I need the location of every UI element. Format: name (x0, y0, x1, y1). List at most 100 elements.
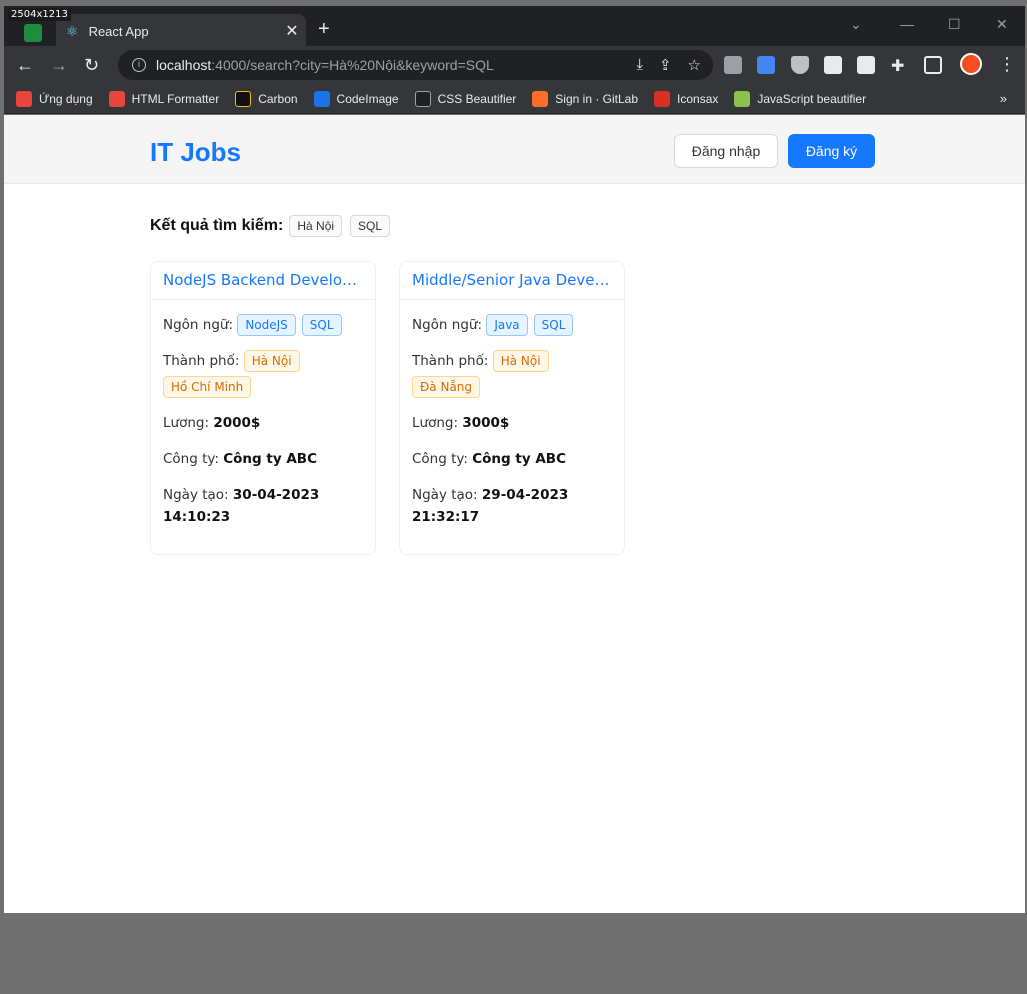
created-date-row: Ngày tạo: 30-04-2023 14:10:23 (163, 484, 363, 528)
bookmark-item[interactable]: Carbon (235, 90, 298, 107)
back-icon[interactable]: ← (16, 55, 34, 76)
job-card[interactable]: NodeJS Backend Developer ... Ngôn ngữ: N… (150, 261, 376, 555)
signup-button[interactable]: Đăng ký (788, 134, 875, 168)
pinned-tab-icon[interactable] (24, 24, 42, 42)
translate-extension-icon[interactable] (757, 56, 775, 74)
salary-row: Lương: 2000$ (163, 412, 363, 434)
company-label: Công ty: (163, 451, 219, 467)
city-tag: Hà Nội (492, 350, 549, 372)
bookmark-item[interactable]: CSS Beautifier (414, 90, 517, 107)
extensions-puzzle-icon[interactable]: ✚ (891, 56, 909, 75)
url-path: :4000/search?city=Hà%20Nội&keyword=SQL (211, 57, 494, 73)
shield-extension-icon[interactable] (791, 56, 809, 74)
search-tag-city: Hà Nội (289, 215, 343, 237)
page-content: IT Jobs Đăng nhập Đăng ký Kết quả tìm ki… (4, 115, 1025, 913)
search-results-heading: Kết quả tìm kiếm: Hà Nội SQL (150, 215, 398, 237)
camera-extension-icon[interactable] (724, 56, 742, 74)
site-info-icon[interactable]: i (132, 58, 146, 72)
close-tab-icon[interactable]: ✕ (278, 21, 306, 41)
company-label: Công ty: (412, 451, 468, 467)
language-tag: Java (486, 314, 528, 336)
city-row: Thành phố: Hà Nội Hồ Chí Minh (163, 350, 363, 398)
city-tag: Hà Nội (243, 350, 300, 372)
salary-value: 3000$ (462, 415, 510, 431)
tab-search-icon[interactable]: ⌄ (850, 16, 862, 33)
js-beautifier-icon (734, 90, 751, 107)
css-beautifier-icon (414, 90, 431, 107)
language-label: Ngôn ngữ: (412, 317, 483, 333)
browser-toolbar: ← → ↻ i localhost:4000/search?city=Hà%20… (4, 46, 1025, 84)
url-host: localhost (156, 57, 212, 73)
bookmark-star-icon[interactable]: ☆ (688, 56, 701, 74)
job-card[interactable]: Middle/Senior Java Developer Ngôn ngữ: J… (399, 261, 625, 555)
address-bar[interactable]: i localhost:4000/search?city=Hà%20Nội&ke… (118, 50, 713, 80)
gitlab-icon (532, 90, 549, 107)
title-bar: ⚛ React App ✕ + ⌄ — ☐ ✕ (4, 6, 1025, 48)
language-tag: SQL (301, 314, 342, 336)
job-title[interactable]: NodeJS Backend Developer ... (151, 262, 375, 300)
created-date-value: 30-04-2023 (232, 487, 320, 503)
created-time-value: 14:10:23 (163, 509, 231, 525)
site-logo[interactable]: IT Jobs (150, 137, 241, 168)
bookmark-label: CSS Beautifier (437, 91, 517, 106)
apps-grid-icon (16, 90, 32, 107)
city-tag: Hồ Chí Minh (163, 376, 252, 398)
browser-window: 2504x1213 ⚛ React App ✕ + ⌄ — ☐ ✕ ← → ↻ … (0, 0, 1027, 994)
company-row: Công ty: Công ty ABC (412, 448, 612, 470)
bookmark-item[interactable]: Sign in · GitLab (532, 90, 639, 107)
bookmark-label: HTML Formatter (131, 91, 220, 106)
minimize-icon[interactable]: — (900, 16, 914, 32)
close-window-icon[interactable]: ✕ (996, 16, 1008, 33)
screen-size-overlay: 2504x1213 (8, 8, 71, 21)
salary-value: 2000$ (213, 415, 261, 431)
job-title[interactable]: Middle/Senior Java Developer (400, 262, 624, 300)
city-row: Thành phố: Hà Nội Đà Nẵng (412, 350, 612, 398)
more-bookmarks-icon[interactable]: » (1000, 91, 1007, 106)
city-label: Thành phố: (412, 353, 489, 369)
created-time-value: 21:32:17 (412, 509, 480, 525)
forward-icon[interactable]: → (50, 55, 68, 76)
company-value: Công ty ABC (472, 451, 567, 467)
company-value: Công ty ABC (223, 451, 318, 467)
bookmark-label: Sign in · GitLab (555, 91, 639, 106)
iconsax-icon (654, 90, 671, 107)
salary-row: Lương: 3000$ (412, 412, 612, 434)
profile-avatar[interactable] (960, 53, 982, 75)
bookmark-item[interactable]: HTML Formatter (108, 90, 220, 107)
created-date-label: Ngày tạo: (163, 487, 229, 503)
created-date-value: 29-04-2023 (481, 487, 569, 503)
install-icon[interactable]: ⤓ (636, 56, 643, 74)
share-icon[interactable]: ⇪ (659, 56, 672, 74)
salary-label: Lương: (412, 415, 459, 431)
bookmark-item[interactable]: Ứng dụng (16, 90, 93, 107)
login-button[interactable]: Đăng nhập (674, 134, 778, 168)
bookmarks-bar: Ứng dụng HTML Formatter Carbon CodeImage… (4, 84, 1025, 114)
language-label: Ngôn ngữ: (163, 317, 234, 333)
search-tag-keyword: SQL (350, 215, 391, 237)
bookmark-label: CodeImage (336, 91, 399, 106)
desktop-background (0, 913, 1027, 994)
bookmark-item[interactable]: Iconsax (654, 90, 718, 107)
bookmark-label: JavaScript beautifier (757, 91, 867, 106)
language-tag: NodeJS (237, 314, 296, 336)
url-text[interactable]: localhost:4000/search?city=Hà%20Nội&keyw… (156, 57, 494, 73)
created-date-label: Ngày tạo: (412, 487, 478, 503)
reload-icon[interactable]: ↻ (84, 55, 99, 76)
tab-react-app[interactable]: ⚛ React App ✕ (56, 14, 306, 48)
menu-kebab-icon[interactable]: ⋮ (998, 54, 1016, 75)
site-header: IT Jobs Đăng nhập Đăng ký (4, 115, 1025, 184)
bookmark-item[interactable]: JavaScript beautifier (734, 90, 867, 107)
bookmark-label: Carbon (258, 91, 298, 106)
react-icon: ⚛ (66, 22, 79, 39)
city-tag: Đà Nẵng (412, 376, 481, 398)
city-label: Thành phố: (163, 353, 240, 369)
language-tag: SQL (533, 314, 574, 336)
qr-extension-icon[interactable] (824, 56, 842, 74)
maximize-icon[interactable]: ☐ (948, 16, 961, 33)
bookmark-label: Ứng dụng (39, 91, 93, 106)
cast-extension-icon[interactable] (857, 56, 875, 74)
company-row: Công ty: Công ty ABC (163, 448, 363, 470)
new-tab-icon[interactable]: + (318, 18, 330, 41)
bookmark-item[interactable]: CodeImage (313, 90, 399, 107)
side-panel-icon[interactable] (924, 56, 942, 74)
